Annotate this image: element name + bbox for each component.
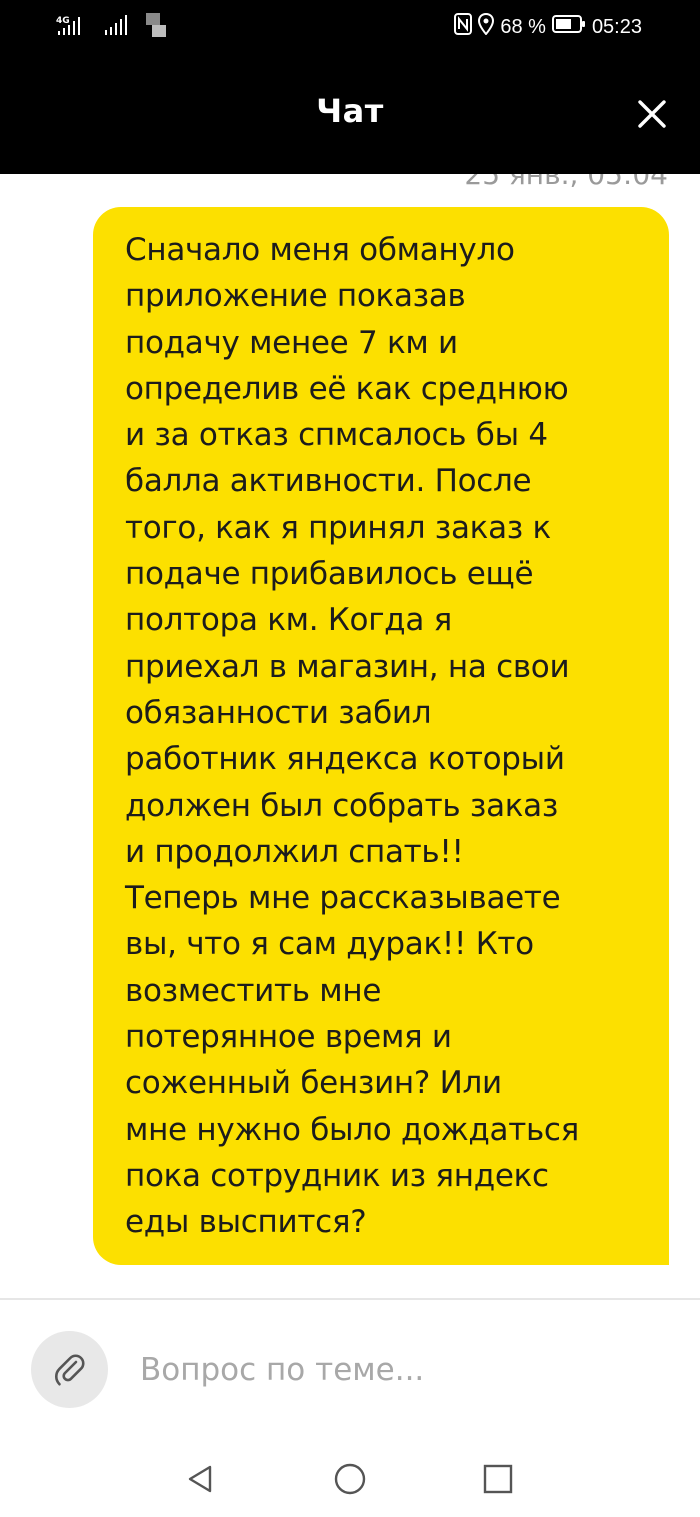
chat-header: Чат	[0, 56, 700, 174]
clock: 05:23	[591, 15, 642, 38]
nav-home-icon	[334, 1463, 366, 1495]
input-divider	[0, 1298, 700, 1300]
signal-4g-icon: 4G	[56, 14, 88, 40]
nav-home-button[interactable]	[330, 1459, 370, 1499]
close-icon	[638, 100, 666, 128]
nav-recents-icon	[483, 1464, 513, 1494]
message-input[interactable]	[140, 1340, 660, 1400]
notification-placeholder-icon	[146, 13, 166, 41]
location-icon	[478, 12, 495, 41]
battery-fill	[555, 19, 571, 29]
system-nav-bar	[0, 1437, 700, 1517]
nav-recents-button[interactable]	[478, 1459, 518, 1499]
signal-icon	[104, 14, 130, 40]
page-title: Чат	[316, 92, 384, 130]
status-right: 68 % 05:23	[454, 12, 642, 42]
message-bubble-user[interactable]: Сначало меня обмануло приложение показав…	[93, 207, 669, 1265]
paperclip-icon	[54, 1353, 85, 1385]
nfc-icon	[454, 13, 473, 41]
nav-back-button[interactable]	[180, 1459, 220, 1499]
message-timestamp: 25 янв., 05:04	[464, 174, 668, 191]
svg-text:4G: 4G	[56, 16, 70, 26]
attach-button[interactable]	[31, 1331, 108, 1408]
message-text: Сначало меня обмануло приложение показав…	[125, 232, 580, 1241]
battery-icon	[551, 14, 586, 40]
nav-back-icon	[188, 1465, 212, 1493]
status-bar: 4G 68 % 05:23	[0, 0, 700, 56]
close-button[interactable]	[632, 94, 672, 134]
chat-screen: 4G 68 % 05:23 Чат 25 янв., 05:04 Сначало…	[0, 0, 700, 1517]
chat-messages[interactable]: 25 янв., 05:04 Сначало меня обмануло при…	[0, 174, 700, 1298]
status-left: 4G	[56, 13, 166, 41]
battery-percent: 68 %	[500, 15, 546, 38]
